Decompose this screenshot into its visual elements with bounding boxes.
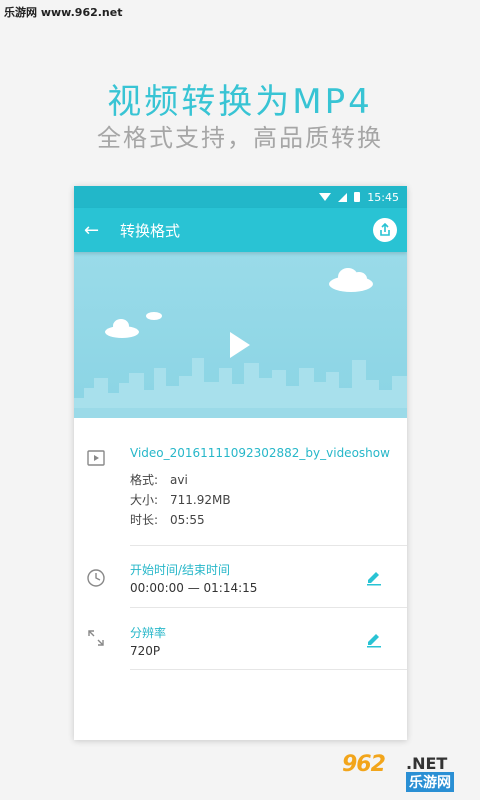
video-file-icon: [87, 450, 105, 466]
cloud-icon: [105, 319, 139, 338]
page-title: 转换格式: [120, 221, 181, 240]
promo-title: 视频转换为MP4: [107, 82, 373, 122]
duration-value: 05:55: [170, 513, 205, 527]
resize-icon: [88, 630, 104, 646]
logo-number: 962: [342, 752, 386, 777]
cloud-icon: [146, 312, 162, 320]
format-label: 格式:: [130, 473, 159, 487]
edit-pencil-icon[interactable]: [365, 568, 383, 586]
video-preview[interactable]: [74, 252, 407, 418]
share-icon: [380, 223, 390, 236]
logo-net: .NET: [406, 754, 448, 773]
duration-line: 时长: 05:55: [130, 510, 407, 530]
promo-subtitle: 全格式支持，高品质转换: [97, 124, 383, 152]
battery-icon: [354, 192, 361, 202]
logo-cn: 乐游网: [406, 772, 454, 792]
watermark-top: 乐游网 www.962.net: [4, 6, 123, 19]
app-bar: ← 转换格式: [74, 208, 407, 252]
status-bar: 15:45: [74, 186, 407, 208]
cloud-icon: [329, 268, 373, 292]
back-arrow-icon[interactable]: ←: [84, 220, 112, 241]
phone-screen: 15:45 ← 转换格式 Video_20161111092302882_by_…: [74, 186, 407, 740]
play-icon[interactable]: [230, 332, 250, 358]
share-button[interactable]: [373, 218, 397, 242]
size-line: 大小: 711.92MB: [130, 490, 407, 510]
size-value: 711.92MB: [170, 493, 231, 507]
time-range-row[interactable]: 开始时间/结束时间 00:00:00 — 01:14:15: [87, 546, 407, 608]
format-line: 格式: avi: [130, 470, 407, 490]
resolution-row[interactable]: 分辨率 720P: [88, 608, 407, 670]
size-label: 大小:: [130, 493, 159, 507]
status-time: 15:45: [367, 190, 399, 204]
clock-icon: [87, 569, 105, 587]
signal-icon: [338, 192, 348, 202]
file-info-row: Video_20161111092302882_by_videoshow 格式:…: [87, 418, 407, 546]
site-logo: 962 .NET 乐游网: [342, 752, 472, 792]
format-value: avi: [170, 473, 188, 487]
wifi-icon: [319, 193, 332, 201]
duration-label: 时长:: [130, 513, 159, 527]
edit-pencil-icon[interactable]: [365, 630, 383, 648]
file-name: Video_20161111092302882_by_videoshow: [130, 446, 390, 460]
